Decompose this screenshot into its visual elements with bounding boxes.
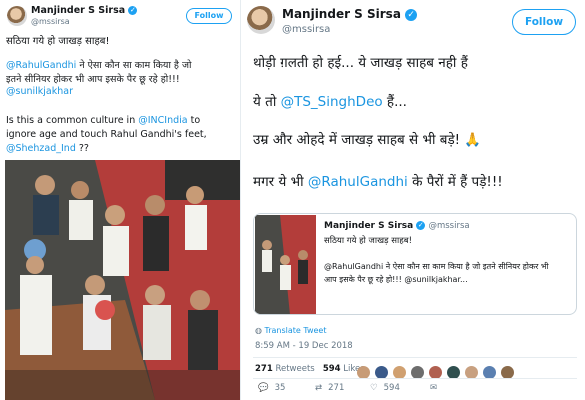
tweet-photo[interactable]	[5, 160, 240, 400]
tweet-line: ignore age and touch Rahul Gandhi's feet…	[6, 129, 207, 140]
author-handle[interactable]: @mssirsa	[31, 17, 70, 26]
tweet-line: ये तो @TS_SinghDeo हैं...	[253, 94, 407, 110]
tweet-line: @RahulGandhi ने ऐसा कौन सा काम किया है ज…	[6, 60, 192, 71]
likes-count[interactable]: 594	[323, 364, 341, 374]
mention-link[interactable]: @INCIndia	[138, 115, 187, 126]
globe-icon: ◍	[255, 326, 262, 335]
divider	[253, 378, 577, 379]
tweet-line: @Shehzad_Ind ??	[6, 143, 89, 154]
reply-icon: 💬	[258, 383, 269, 393]
author-name[interactable]: Manjinder S Sirsa ✓	[31, 5, 138, 16]
mention-link[interactable]: @TS_SinghDeo	[281, 94, 383, 110]
tweet-right: Manjinder S Sirsa ✓ @mssirsa Follow थोड़…	[243, 0, 585, 400]
quoted-author-handle[interactable]: @mssirsa	[428, 221, 469, 231]
quoted-tweet-card[interactable]: Manjinder S Sirsa ✓ @mssirsa सठिया गये ह…	[253, 213, 577, 315]
retweet-icon: ⇄	[315, 383, 323, 393]
like-action[interactable]: ♡ 594	[370, 383, 400, 393]
quoted-tweet-line: आप इसके पैर छू रहे हो!!! @sunilkjakhar..…	[324, 275, 468, 284]
mention-link[interactable]: @RahulGandhi	[6, 60, 76, 71]
tweet-line: Is this a common culture in @INCIndia to	[6, 115, 201, 126]
verified-icon: ✓	[416, 221, 426, 230]
retweets-count[interactable]: 271	[255, 364, 273, 374]
author-avatar[interactable]	[7, 6, 27, 26]
follow-button[interactable]: Follow	[512, 9, 576, 35]
tweet-left: Manjinder S Sirsa ✓ @mssirsa Follow सठिय…	[0, 0, 241, 400]
tweet-line: सठिया गये हो जाखड़ साहब!	[6, 36, 110, 47]
mail-icon: ✉	[430, 383, 438, 393]
tweet-line: थोड़ी ग़लती हो हई... ये जाखड़ साहब नही ह…	[253, 55, 468, 71]
mention-link[interactable]: @RahulGandhi	[308, 174, 408, 190]
tweet-line: उम्र और ओहदे में जाखड़ साहब से भी बड़े! …	[253, 132, 482, 148]
quoted-tweet-line: @RahulGandhi ने ऐसा कौन सा काम किया है ज…	[324, 262, 549, 271]
divider	[253, 357, 577, 358]
retweets-label[interactable]: Retweets	[275, 364, 314, 374]
verified-icon: ✓	[128, 6, 138, 15]
quoted-author-name[interactable]: Manjinder S Sirsa ✓ @mssirsa	[324, 221, 470, 231]
heart-icon: ♡	[370, 383, 378, 393]
photo-illustration	[5, 160, 240, 400]
retweet-action[interactable]: ⇄ 271	[315, 383, 344, 393]
translate-tweet-link[interactable]: ◍ Translate Tweet	[255, 326, 326, 335]
follow-button[interactable]: Follow	[186, 8, 232, 24]
tweet-timestamp[interactable]: 8:59 AM - 19 Dec 2018	[255, 341, 353, 351]
author-name[interactable]: Manjinder S Sirsa ✓	[282, 7, 418, 21]
quoted-tweet-photo	[255, 215, 316, 314]
direct-message-action[interactable]: ✉	[430, 383, 443, 393]
mention-link[interactable]: @Shehzad_Ind	[6, 143, 76, 154]
reply-action[interactable]: 💬 35	[258, 383, 285, 393]
quoted-photo-illustration	[255, 215, 316, 314]
author-avatar[interactable]	[247, 6, 275, 34]
quoted-tweet-line: सठिया गये हो जाखड़ साहब!	[324, 236, 412, 246]
author-handle[interactable]: @mssirsa	[282, 24, 330, 35]
tweet-line: इतने सीनियर होकर भी आप इसके पैर छू रहे ह…	[6, 74, 180, 85]
tweet-line: मगर ये भी @RahulGandhi के पैरों में हैं …	[253, 174, 503, 190]
engagement-stats: 271 Retweets 594 Likes	[255, 364, 365, 374]
mention-link[interactable]: @sunilkjakhar	[6, 86, 73, 97]
verified-icon: ✓	[405, 8, 418, 21]
